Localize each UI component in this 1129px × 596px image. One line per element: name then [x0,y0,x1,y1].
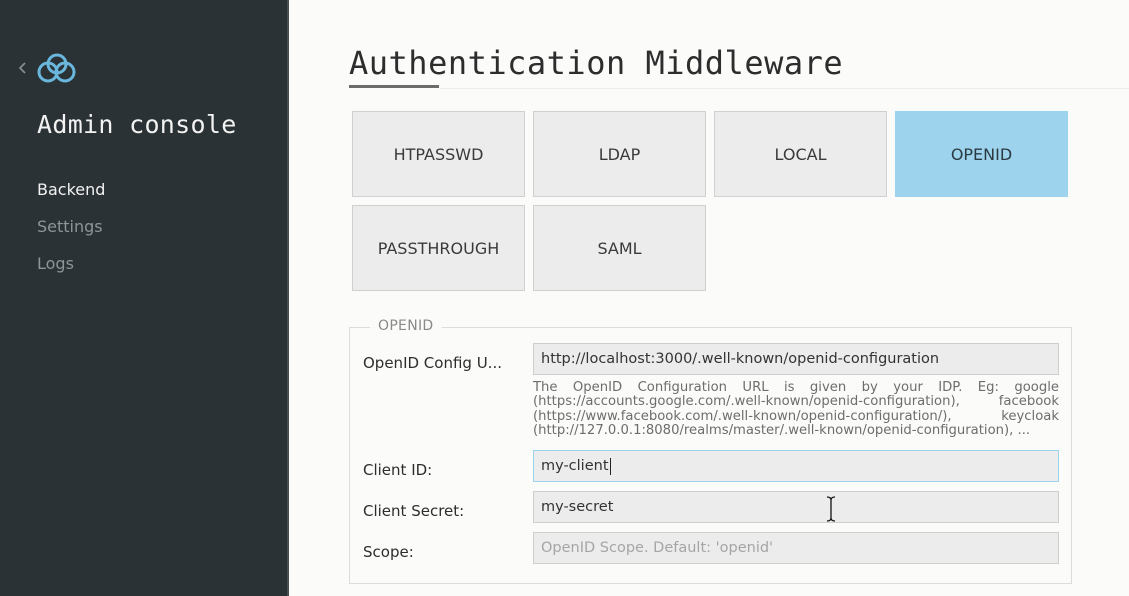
console-title: Admin console [37,110,237,139]
cloud-logo-icon[interactable] [36,52,78,86]
config-url-value: http://localhost:3000/.well-known/openid… [541,351,940,367]
fieldset-legend: OPENID [370,318,442,334]
title-divider [440,88,1129,89]
tile-openid[interactable]: OPENID [895,111,1068,197]
client-secret-label: Client Secret: [363,502,465,520]
tile-ldap[interactable]: LDAP [533,111,706,197]
config-url-help: The OpenID Configuration URL is given by… [533,380,1059,439]
text-cursor-icon [826,496,836,522]
tile-htpasswd[interactable]: HTPASSWD [352,111,525,197]
tile-local[interactable]: LOCAL [714,111,887,197]
chevron-left-icon[interactable] [16,58,30,78]
scope-label: Scope: [363,543,414,561]
sidebar-item-settings[interactable]: Settings [37,217,103,236]
sidebar: Admin console Backend Settings Logs [0,0,289,596]
tile-passthrough[interactable]: PASSTHROUGH [352,205,525,291]
client-secret-input[interactable]: my-secret [533,491,1059,523]
scope-input[interactable]: OpenID Scope. Default: 'openid' [533,532,1059,564]
tile-saml[interactable]: SAML [533,205,706,291]
scope-placeholder: OpenID Scope. Default: 'openid' [541,540,774,556]
sidebar-item-backend[interactable]: Backend [37,180,105,199]
text-caret [609,457,611,475]
sidebar-item-logs[interactable]: Logs [37,254,74,273]
client-id-value: my-client [541,458,609,474]
config-url-label: OpenID Config U... [363,354,502,372]
page-title: Authentication Middleware [349,44,844,82]
client-id-input[interactable]: my-client [533,450,1059,482]
title-underline [349,85,439,88]
client-secret-value: my-secret [541,499,614,515]
client-id-label: Client ID: [363,461,433,479]
config-url-input[interactable]: http://localhost:3000/.well-known/openid… [533,343,1059,375]
